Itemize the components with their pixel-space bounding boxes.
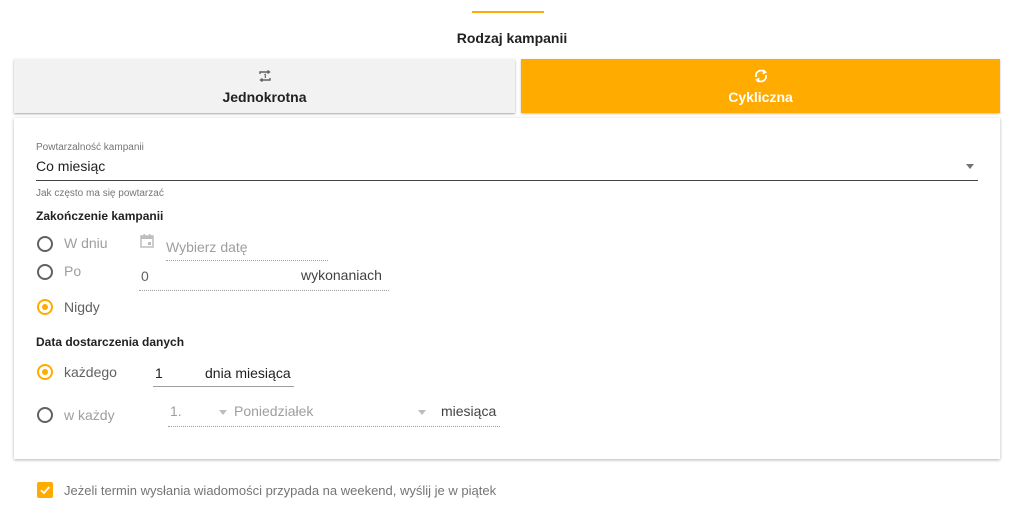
sync-icon	[753, 67, 769, 85]
calendar-icon[interactable]	[139, 233, 155, 254]
tab-cyclic-label: Cykliczna	[728, 89, 793, 105]
end-title: Zakończenie kampanii	[36, 209, 164, 223]
delivery-day-suffix: dnia miesiąca	[205, 365, 291, 381]
check-icon	[40, 486, 50, 495]
delivery-every-suffix: miesiąca	[441, 403, 497, 419]
delivery-title: Data dostarczenia danych	[36, 335, 185, 349]
end-date-placeholder: Wybierz datę	[166, 239, 248, 255]
delivery-each-radio[interactable]	[37, 364, 53, 380]
end-date-input[interactable]: Wybierz datę	[166, 236, 328, 261]
frequency-select[interactable]: Co miesiąc	[36, 156, 978, 181]
end-after-count-input[interactable]: 0 wykonaniach	[139, 266, 389, 291]
caret-down-icon[interactable]	[219, 410, 227, 415]
end-on-date-label: W dniu	[64, 235, 108, 251]
end-never-label: Nigdy	[64, 299, 100, 315]
tab-one-time[interactable]: Jednokrotna	[14, 59, 515, 113]
delivery-day-value: 1	[155, 365, 163, 381]
weekday-select-value[interactable]: Poniedziałek	[234, 403, 313, 419]
frequency-hint: Jak często ma się powtarzać	[36, 188, 164, 199]
delivery-every-radio[interactable]	[37, 407, 53, 423]
end-after-label: Po	[64, 263, 82, 279]
repeat-one-icon	[257, 67, 273, 85]
delivery-each-label: każdego	[64, 364, 117, 380]
weekend-checkbox-label: Jeżeli termin wysłania wiadomości przypa…	[64, 483, 497, 498]
delivery-day-input[interactable]: 1 dnia miesiąca	[153, 362, 294, 387]
weekend-checkbox[interactable]	[37, 482, 53, 498]
delivery-every-group: 1. Poniedziałek miesiąca	[168, 401, 500, 427]
end-after-radio[interactable]	[37, 264, 53, 280]
end-never-radio[interactable]	[37, 299, 53, 315]
frequency-label: Powtarzalność kampanii	[36, 142, 144, 153]
end-after-suffix: wykonaniach	[301, 267, 382, 283]
end-after-count-value: 0	[141, 268, 149, 284]
tab-indicator	[472, 11, 544, 13]
section-title: Rodzaj kampanii	[456, 30, 568, 46]
ordinal-select-value[interactable]: 1.	[170, 403, 182, 419]
delivery-every-label: w każdy	[64, 407, 115, 423]
tab-cyclic[interactable]: Cykliczna	[521, 59, 1000, 113]
caret-down-icon	[966, 164, 974, 169]
frequency-value: Co miesiąc	[36, 158, 106, 174]
caret-down-icon[interactable]	[418, 410, 426, 415]
tab-one-time-label: Jednokrotna	[222, 89, 307, 105]
end-on-date-radio[interactable]	[37, 236, 53, 252]
